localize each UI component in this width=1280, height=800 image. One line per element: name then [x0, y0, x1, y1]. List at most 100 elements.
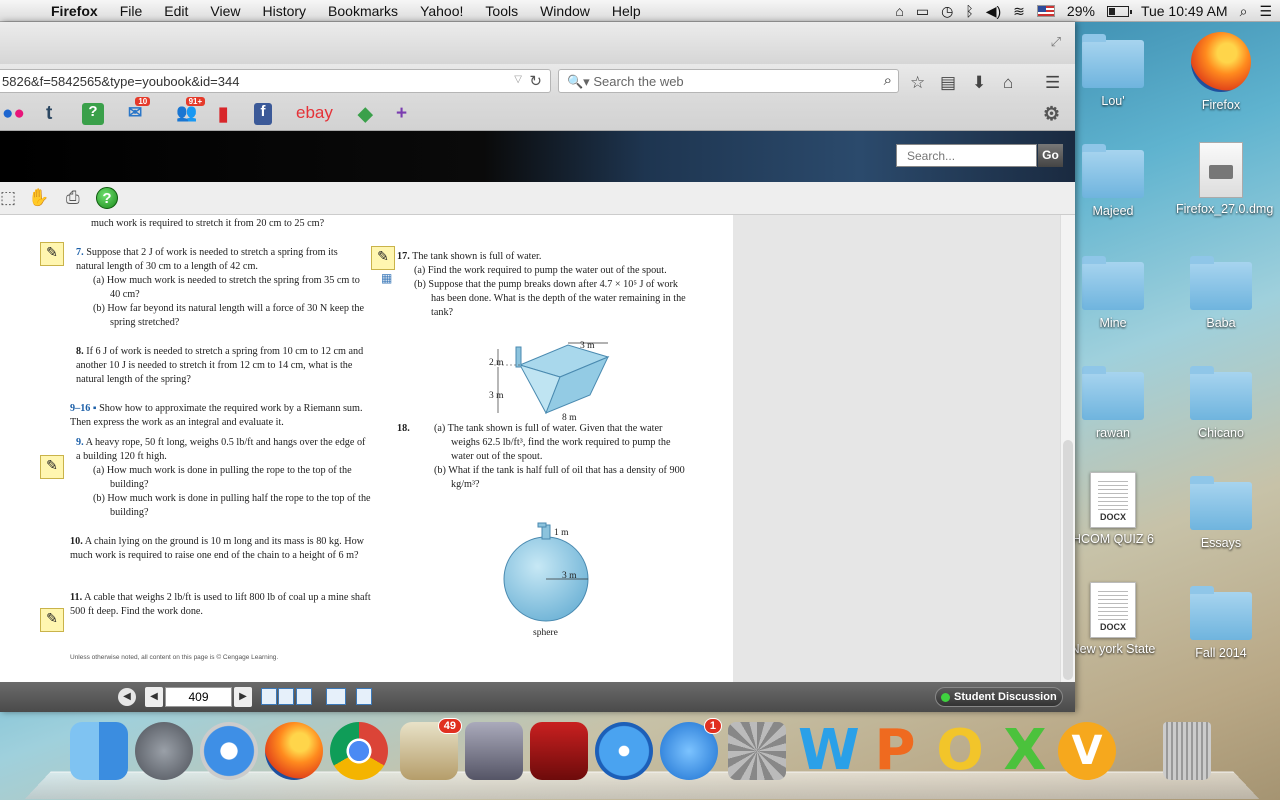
menu-view[interactable]: View — [199, 3, 251, 19]
downloads-icon[interactable]: ⬇ — [972, 73, 986, 93]
excel-icon[interactable]: X — [996, 722, 1054, 780]
two-page-view-icon[interactable] — [278, 688, 294, 705]
desktop-folder-lou[interactable]: Lou' — [1068, 34, 1158, 108]
site-search-input[interactable]: Search... — [896, 144, 1037, 167]
site-go-button[interactable]: Go — [1038, 144, 1063, 167]
folder-icon — [1082, 144, 1144, 198]
finder-icon[interactable] — [70, 722, 128, 780]
photo-booth-icon[interactable] — [530, 722, 588, 780]
battery-icon[interactable] — [1106, 5, 1132, 17]
wifi-icon[interactable]: ≋ — [1013, 3, 1025, 20]
facetime-camera-icon[interactable] — [465, 722, 523, 780]
itunes-icon[interactable] — [595, 722, 653, 780]
home-icon[interactable]: ⌂ — [1003, 73, 1013, 93]
volume-icon[interactable]: ◀) — [986, 3, 1001, 20]
tumblr-icon[interactable]: t — [46, 103, 52, 125]
status-menu-icon[interactable]: ⌂ — [895, 3, 903, 19]
menu-bookmarks[interactable]: Bookmarks — [317, 3, 409, 19]
spotlight-search-icon[interactable]: ⌕ — [1240, 3, 1248, 20]
desktop-doc-new-york[interactable]: DOCX New york State — [1068, 582, 1158, 656]
desktop-folder-essays[interactable]: Essays — [1176, 476, 1266, 550]
chrome-icon[interactable] — [330, 722, 388, 780]
search-engine-icon[interactable]: 🔍▾ — [567, 74, 593, 89]
trash-icon[interactable] — [1163, 722, 1211, 780]
social-icon[interactable]: 👥 91+ — [176, 97, 206, 125]
desktop-icon-label: Lou' — [1101, 94, 1125, 108]
menu-help[interactable]: Help — [601, 3, 652, 19]
menu-tools[interactable]: Tools — [474, 3, 529, 19]
help-icon[interactable]: ? — [96, 187, 118, 209]
vonage-icon[interactable]: V — [1058, 722, 1116, 780]
time-machine-icon[interactable]: ◷ — [941, 3, 953, 20]
clock[interactable]: Tue 10:49 AM — [1141, 3, 1228, 19]
url-bar[interactable]: 5826&f=5842565&type=youbook&id=344 ▽ ↻ — [0, 69, 551, 93]
print-icon[interactable]: ⎙ — [66, 188, 80, 208]
menu-file[interactable]: File — [109, 3, 154, 19]
battery-percent[interactable]: 29% — [1067, 3, 1095, 19]
menu-hamburger-icon[interactable]: ☰ — [1045, 73, 1060, 93]
bookmark-star-icon[interactable]: ☆ — [910, 73, 925, 93]
system-preferences-icon[interactable] — [728, 722, 786, 780]
desktop-folder-majeed[interactable]: Majeed — [1068, 144, 1158, 218]
previous-page-button[interactable]: ◀ — [145, 687, 163, 707]
fit-width-icon[interactable] — [326, 688, 346, 705]
web-search-input[interactable]: 🔍▾ Search the web ⌕ — [558, 69, 899, 93]
pencil-note-icon[interactable]: ✎ — [40, 242, 64, 266]
single-page-view-icon[interactable] — [296, 688, 312, 705]
menu-window[interactable]: Window — [529, 3, 601, 19]
mail-icon[interactable]: 49 — [400, 718, 462, 780]
airplay-icon[interactable]: ▭ — [916, 3, 929, 20]
facebook-icon[interactable]: f — [254, 103, 272, 125]
reload-icon[interactable]: ↻ — [529, 72, 542, 90]
gear-icon[interactable]: ⚙ — [1043, 103, 1060, 125]
menu-app-firefox[interactable]: Firefox — [40, 3, 109, 19]
pencil-note-icon[interactable]: ✎ — [40, 455, 64, 479]
tag-icon[interactable]: ◆ — [358, 103, 373, 125]
desktop-firefox[interactable]: Firefox — [1176, 32, 1266, 112]
desktop-folder-baba[interactable]: Baba — [1176, 256, 1266, 330]
firefox-icon[interactable] — [265, 722, 323, 780]
student-discussion-button[interactable]: Student Discussion — [935, 687, 1063, 707]
app-store-icon[interactable]: 1 — [660, 718, 722, 780]
add-icon[interactable]: + — [396, 103, 407, 125]
two-page-view-icon[interactable] — [261, 688, 277, 705]
hand-tool-icon[interactable]: ✋ — [28, 188, 49, 208]
bluetooth-icon[interactable]: ᛒ — [965, 3, 973, 19]
desktop-folder-mine[interactable]: Mine — [1068, 256, 1158, 330]
powerpoint-icon[interactable]: P — [866, 722, 924, 780]
answers-icon[interactable]: ? — [82, 103, 104, 125]
desktop-folder-fall-2014[interactable]: Fall 2014 — [1176, 586, 1266, 660]
desktop-firefox-dmg[interactable]: Firefox_27.0.dmg — [1176, 142, 1273, 216]
select-tool-icon[interactable]: ⬚ — [0, 188, 16, 208]
desktop-icon-label: New york State — [1070, 642, 1156, 656]
fullscreen-icon[interactable]: ⤢ — [1051, 34, 1061, 50]
flickr-icon[interactable]: ●● — [2, 103, 25, 125]
pencil-note-icon[interactable]: ✎ — [371, 246, 395, 270]
scrollbar-thumb[interactable] — [1063, 440, 1073, 680]
desktop-doc-hcom-quiz[interactable]: DOCX HCOM QUIZ 6 — [1068, 472, 1158, 546]
launchpad-icon[interactable] — [135, 722, 193, 780]
notification-center-icon[interactable]: ☰ — [1259, 3, 1272, 20]
word-icon[interactable]: W — [798, 722, 860, 780]
fit-page-icon[interactable] — [356, 688, 372, 705]
search-icon[interactable]: ⌕ — [884, 72, 892, 89]
ebay-link[interactable]: ebay — [296, 103, 333, 125]
safari-icon[interactable] — [200, 722, 258, 780]
url-dropdown-icon[interactable]: ▽ — [514, 74, 522, 85]
note-grid-icon[interactable]: ▦ — [381, 271, 392, 285]
menu-history[interactable]: History — [251, 3, 317, 19]
desktop-folder-rawan[interactable]: rawan — [1068, 366, 1158, 440]
back-icon[interactable]: ◀ — [118, 688, 136, 706]
bookmark-ribbon-icon[interactable]: ▮ — [218, 103, 228, 125]
reading-list-icon[interactable]: ▤ — [940, 73, 956, 93]
menu-edit[interactable]: Edit — [153, 3, 199, 19]
pencil-note-icon[interactable]: ✎ — [40, 608, 64, 632]
page-number-input[interactable]: 409 — [165, 687, 232, 707]
next-page-button[interactable]: ▶ — [234, 687, 252, 707]
mail-icon[interactable]: ✉ 10 — [128, 97, 151, 125]
vertical-scrollbar[interactable] — [1060, 215, 1075, 682]
input-source-flag-icon[interactable] — [1036, 5, 1055, 17]
desktop-folder-chicano[interactable]: Chicano — [1176, 366, 1266, 440]
menu-yahoo[interactable]: Yahoo! — [409, 3, 474, 19]
outlook-icon[interactable]: O — [931, 722, 989, 780]
